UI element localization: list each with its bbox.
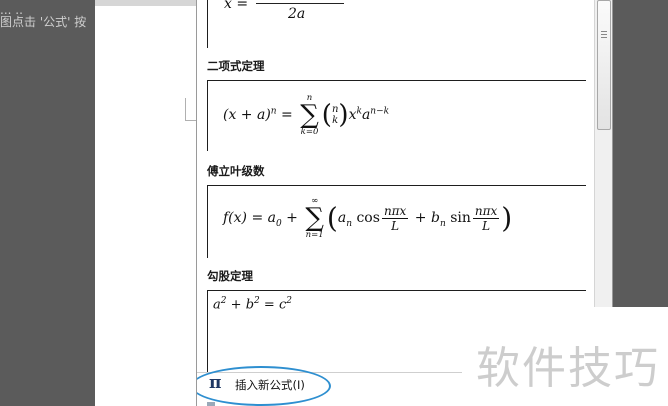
plus-sign: + <box>414 210 427 226</box>
equals-sign: = <box>281 107 293 123</box>
watermark-text: 软件技巧 <box>476 343 660 394</box>
plus-sign: + <box>286 210 298 226</box>
grip-icon <box>601 31 607 40</box>
cos-function: cos <box>356 210 380 226</box>
plus-sign: + <box>230 297 242 313</box>
term-a: a <box>213 297 221 313</box>
exp-2: 2 <box>220 296 227 306</box>
term-b-n: b <box>430 210 440 226</box>
quadratic-lhs: x = <box>224 0 249 12</box>
exp-n-minus-k: n−k <box>370 106 390 117</box>
binomial-coefficient: ( nk ) <box>321 100 349 130</box>
document-text-line-2: 图点击 '公式' 按 <box>0 15 87 29</box>
scrollbar-thumb[interactable] <box>597 0 611 130</box>
next-menu-item-partial[interactable] <box>207 398 221 406</box>
binomial-lhs: (x + a) <box>223 107 271 123</box>
document-text: ... .. 图点击 '公式' 按 <box>0 10 100 36</box>
menu-item-icon <box>207 402 215 406</box>
sub-zero: 0 <box>275 218 282 229</box>
fourier-lhs: f(x) = a <box>223 210 276 226</box>
fraction-denominator: L <box>391 218 400 233</box>
category-title-binomial: 二项式定理 <box>207 59 265 73</box>
fraction-denominator: L <box>482 218 491 233</box>
fourier-formula: f(x) = a0 + ∞ ∑ n=1 (an cos nπx L + bn sin… <box>223 196 513 240</box>
sum-lower-limit: n=1 <box>305 230 324 240</box>
document-right-margin <box>612 0 668 307</box>
term-b: b <box>245 297 255 313</box>
document-ruler-strip <box>95 0 205 6</box>
pythagoras-formula: a2 + b2 = c2 <box>213 296 292 312</box>
fraction-sin-arg: nπx L <box>472 203 500 233</box>
binomial-exponent: n <box>270 106 277 117</box>
binomial-formula: (x + a)n = n ∑ k=0 ( nk ) xkan−k <box>223 93 389 137</box>
equals-sign: = <box>263 297 275 313</box>
exp-2: 2 <box>286 296 292 306</box>
fraction-cos-arg: nπx L <box>381 203 409 233</box>
sin-function: sin <box>450 210 471 226</box>
sub-n: n <box>439 218 446 229</box>
term-a-n: a <box>337 210 347 226</box>
fraction-numerator: nπx <box>381 203 409 219</box>
sum-lower-limit: k=0 <box>300 127 319 137</box>
fraction-numerator: nπx <box>472 203 500 219</box>
quadratic-denominator: 2a <box>288 6 306 22</box>
exp-2: 2 <box>254 296 260 306</box>
equation-item-quadratic[interactable]: x = 2a <box>207 0 586 48</box>
equation-item-binomial[interactable]: (x + a)n = n ∑ k=0 ( nk ) xkan−k <box>207 80 586 151</box>
category-title-fourier: 傅立叶级数 <box>207 164 265 178</box>
fraction-bar <box>256 3 344 4</box>
sum-symbol: n ∑ k=0 <box>300 93 319 137</box>
equation-item-fourier[interactable]: f(x) = a0 + ∞ ∑ n=1 (an cos nπx L + bn sin… <box>207 185 586 258</box>
sum-symbol: ∞ ∑ n=1 <box>305 196 324 240</box>
category-title-pythagoras: 勾股定理 <box>207 269 253 283</box>
sub-n: n <box>346 218 353 229</box>
paragraph-mark <box>185 98 196 121</box>
